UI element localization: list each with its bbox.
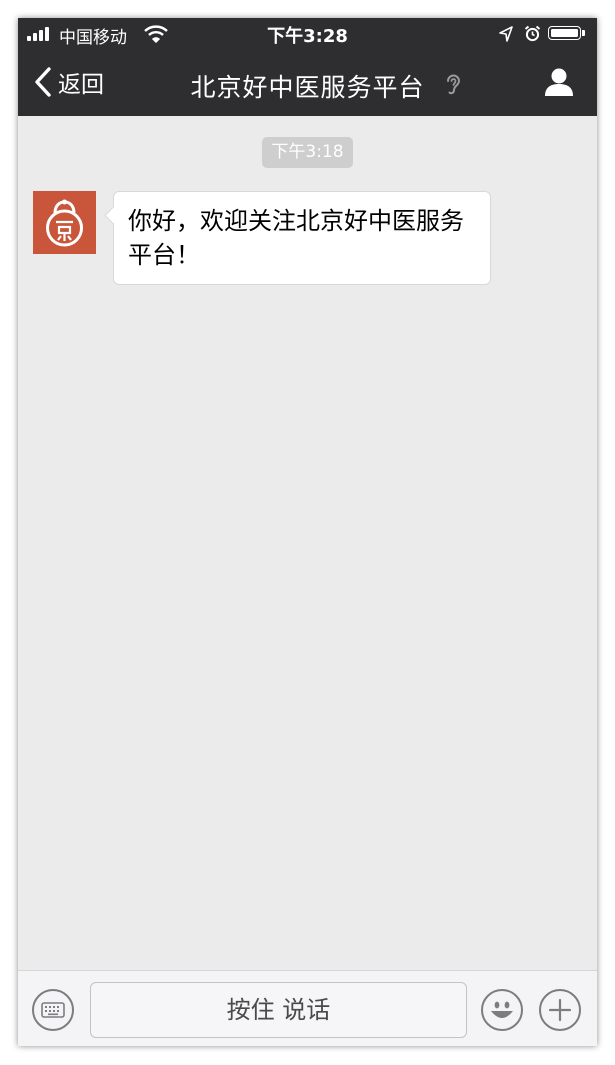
chat-area[interactable]: 下午3:18 你好，欢迎关注北京好中医服务平台！ [18, 116, 597, 970]
emoji-button[interactable] [481, 989, 523, 1031]
ear-icon [447, 74, 461, 95]
keyboard-button[interactable] [32, 989, 74, 1031]
input-bar: 按住 说话 [18, 970, 597, 1046]
status-bar: 中国移动 下午3:28 [18, 18, 597, 50]
location-icon [499, 26, 513, 42]
nav-bar: 返回 北京好中医服务平台 [18, 50, 597, 116]
hold-to-talk-button[interactable]: 按住 说话 [90, 982, 467, 1038]
account-logo-icon [46, 199, 83, 247]
page-title: 北京好中医服务平台 [190, 73, 425, 102]
message-timestamp: 下午3:18 [262, 137, 353, 168]
emoji-icon [491, 1001, 513, 1018]
phone-screen: 中国移动 下午3:28 返回 北京好中医服务平台 下午3:18 你好，欢迎关注北… [18, 18, 597, 1046]
plus-icon [548, 998, 572, 1022]
top-bar: 中国移动 下午3:28 返回 北京好中医服务平台 [18, 18, 597, 116]
battery-icon [548, 26, 586, 42]
more-button[interactable] [539, 989, 581, 1031]
keyboard-icon [41, 1002, 65, 1018]
alarm-icon [524, 25, 541, 42]
message-bubble[interactable]: 你好，欢迎关注北京好中医服务平台！ [104, 191, 491, 285]
avatar[interactable] [33, 191, 96, 254]
message-text: 你好，欢迎关注北京好中医服务平台！ [128, 207, 464, 269]
profile-icon[interactable] [543, 67, 575, 97]
